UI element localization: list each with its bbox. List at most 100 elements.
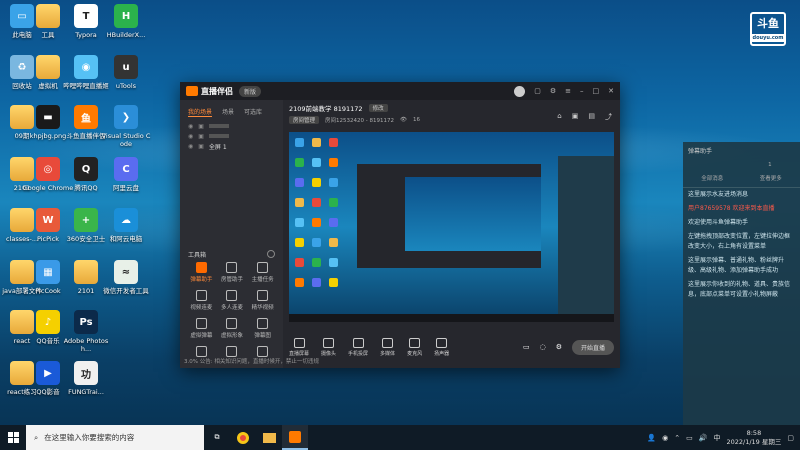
room-manage-button[interactable]: 房间管理 [289, 116, 320, 124]
tool-button[interactable]: 虚拟形象 [217, 318, 248, 339]
chevron-up-icon[interactable]: ⌃ [674, 434, 680, 442]
preview-mini-icon [295, 278, 304, 287]
danmaku-message: 这里展示你收到的礼物、道具、贵族信息，底部点菜单可设置小礼物屏蔽 [688, 281, 791, 298]
people-icon[interactable]: 👤 [647, 434, 656, 442]
desktop-icon[interactable]: ≈ 微信开发者工具 [100, 260, 152, 295]
close-icon[interactable]: ✕ [608, 87, 614, 95]
tool-icon [195, 346, 207, 357]
desktop-icon[interactable]: u uTools [100, 55, 152, 90]
desktop-icon-label: Adobe Photosh... [63, 337, 109, 353]
notification-icon[interactable]: ▢ [787, 434, 794, 442]
desktop-icon[interactable]: C 阿里云盘 [100, 157, 152, 192]
lock-icon[interactable]: ▣ [198, 133, 204, 140]
panel-tab-all[interactable]: 全部消息 [701, 174, 723, 182]
panel-tab-more[interactable]: 查看更多 [760, 174, 782, 182]
desktop-icon-label: 和阿云电脑 [109, 235, 143, 243]
tool-button[interactable]: 多人连麦 [217, 290, 248, 311]
tool-label: 虚拟弹幕 [190, 333, 213, 339]
control-icon [436, 337, 448, 348]
clock[interactable]: 8:58 2022/1/19 星期三 [726, 429, 781, 447]
scene-tab[interactable]: 场景 [222, 107, 234, 117]
preview-window [357, 164, 541, 268]
gear-icon[interactable]: ⚙ [556, 343, 562, 351]
eye-icon[interactable]: ◉ [188, 123, 193, 130]
gift-icon[interactable]: ⌂ [557, 112, 561, 122]
tool-button[interactable]: 精华视频 [247, 290, 278, 311]
scene-tab[interactable]: 我的场景 [188, 107, 213, 117]
eye-icon[interactable]: ◉ [188, 143, 193, 150]
share-icon[interactable]: ⤴ [605, 112, 612, 122]
settings-icon[interactable]: ⚙ [550, 87, 556, 95]
tool-label: 多人连麦 [220, 305, 243, 311]
control-button[interactable]: 直播屏幕 [289, 337, 310, 357]
scene-row[interactable]: ◉ ▣ [180, 131, 283, 141]
task-view-icon[interactable]: ⧉ [204, 425, 230, 450]
search-placeholder: 在这里输入你要搜索的内容 [44, 433, 135, 442]
desktop-app-icon: ◉ [74, 55, 98, 79]
taskbar: ⌕ 在这里输入你要搜索的内容 ⧉ 👤 ◉ ⌃ ▭ 🔊 中 8:58 2022/1… [0, 425, 800, 450]
taskbar-search[interactable]: ⌕ 在这里输入你要搜索的内容 [26, 425, 204, 450]
clock-time: 8:58 [746, 428, 762, 437]
preview-mini-icon [295, 138, 304, 147]
network-icon[interactable]: ▭ [686, 434, 693, 442]
tool-button[interactable]: 视频连麦 [186, 290, 217, 311]
preview-mini-icon [329, 138, 338, 147]
desktop-icon[interactable]: 功 FUNGTrai... [60, 361, 112, 396]
control-button[interactable]: 麦克风 [407, 337, 422, 357]
tool-button[interactable]: 主播任务 [247, 262, 278, 283]
scene-label: 全屏 1 [208, 143, 227, 151]
desktop-icon[interactable]: ❯ Visual Studio Code [100, 105, 152, 148]
record-icon[interactable]: ▭ [523, 343, 530, 351]
minimize-icon[interactable]: – [580, 87, 584, 95]
mute-icon[interactable]: ◌ [540, 343, 546, 351]
control-label: 直播屏幕 [289, 350, 310, 357]
desktop-app-icon: Ps [74, 310, 98, 334]
menu-icon[interactable]: ≡ [565, 87, 571, 95]
scene-row[interactable]: ◉ ▣ [180, 121, 283, 131]
window-titlebar[interactable]: 直播伴侣 新版 ▢ ⚙ ≡ – □ ✕ [180, 82, 620, 100]
tool-button[interactable]: 虚拟弹幕 [186, 318, 217, 339]
danmaku-message: 这里展示弹幕、普通礼物、粉丝牌升级、高级礼物、添加弹幕助手成功 [688, 257, 785, 274]
desktop-app-icon: ▦ [36, 260, 60, 284]
chrome-taskbar-icon[interactable] [230, 425, 256, 450]
control-bar: 直播屏幕 摄像头 手机投屏 多媒体 麦克风 扬声器 ▭ ◌ ⚙ 开始直播 [283, 326, 620, 368]
desktop-icon[interactable]: ☁ 和阿云电脑 [100, 208, 152, 243]
lock-icon[interactable]: ▣ [198, 143, 204, 150]
box-icon[interactable]: ▣ [572, 112, 579, 122]
panel-tab-b[interactable]: 1 [768, 162, 772, 168]
start-button[interactable] [0, 425, 26, 450]
control-button[interactable]: 扬声器 [434, 337, 449, 357]
viewer-count: 16 [412, 117, 420, 123]
scene-tab[interactable]: 可选库 [244, 107, 262, 117]
lock-icon[interactable]: ▣ [198, 123, 204, 130]
room-edit-button[interactable]: 修改 [368, 104, 388, 112]
start-live-button[interactable]: 开始直播 [571, 339, 614, 355]
desktop-app-icon: ◎ [36, 157, 60, 181]
eye-icon[interactable]: ◉ [188, 133, 193, 140]
ime-indicator[interactable]: 中 [713, 433, 720, 443]
add-tool-icon[interactable] [267, 250, 275, 258]
danmaku-message: 欢迎使用斗鱼弹幕助手 [688, 219, 749, 226]
version-badge[interactable]: 新版 [239, 85, 262, 97]
message-icon[interactable]: ▢ [534, 87, 541, 95]
desktop-app-icon: ☁ [114, 208, 138, 232]
control-button[interactable]: 多媒体 [380, 337, 395, 357]
control-button[interactable]: 摄像头 [321, 337, 336, 357]
tool-button[interactable]: 房管助手 [217, 262, 248, 283]
tool-button[interactable]: 弹幕助手 [186, 262, 217, 283]
tool-button[interactable]: 弹幕图 [247, 318, 278, 339]
control-icon [382, 337, 394, 348]
desktop-icon[interactable]: H HBuilderX... [100, 4, 152, 39]
scene-tabs: 我的场景 场景 可选库 [180, 100, 283, 121]
avatar[interactable] [514, 85, 526, 97]
chart-icon[interactable]: ▤ [588, 112, 595, 122]
explorer-taskbar-icon[interactable] [256, 425, 282, 450]
volume-icon[interactable]: 🔊 [699, 434, 708, 442]
control-button[interactable]: 手机投屏 [348, 337, 368, 357]
desktop-icon-label: Visual Studio Code [101, 132, 151, 148]
live-preview[interactable] [289, 132, 614, 322]
scene-row[interactable]: ◉ ▣ 全屏 1 [180, 141, 283, 151]
wechat-icon[interactable]: ◉ [662, 434, 668, 442]
maximize-icon[interactable]: □ [593, 87, 600, 95]
live-companion-taskbar-icon[interactable] [282, 425, 308, 450]
